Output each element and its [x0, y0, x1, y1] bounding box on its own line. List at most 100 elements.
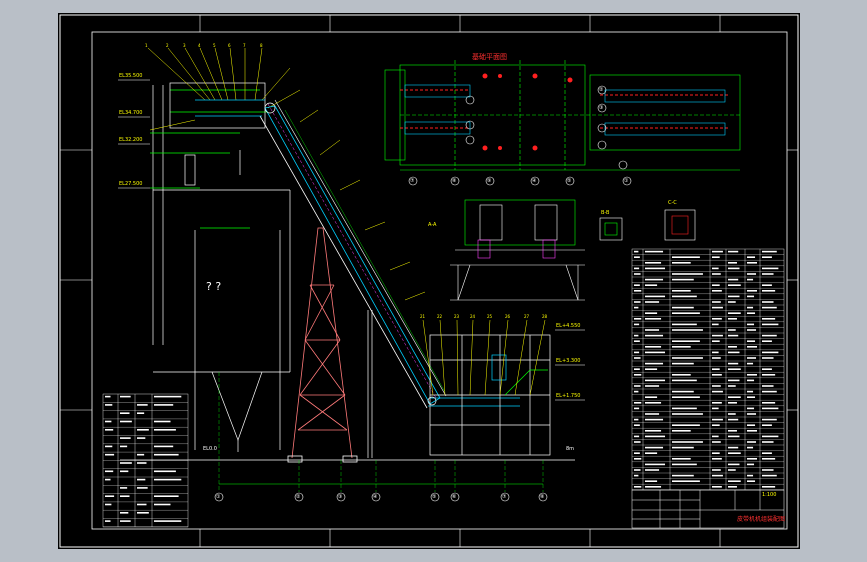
table-cell-mark	[154, 404, 174, 406]
table-cell-mark	[672, 458, 691, 460]
table-cell-mark	[672, 262, 691, 264]
table-cell-mark	[634, 273, 641, 275]
table-cell-mark	[728, 278, 739, 281]
table-cell-mark	[672, 306, 694, 309]
table-cell-mark	[120, 470, 129, 473]
table-cell-mark	[712, 368, 720, 370]
table-cell-mark	[728, 351, 740, 354]
table-cell-mark	[672, 256, 700, 258]
table-cell-mark	[762, 351, 779, 354]
plan-bubble-7: ②	[599, 87, 604, 93]
table-cell-mark	[762, 357, 774, 359]
table-cell-mark	[105, 453, 115, 456]
table-cell-mark	[762, 368, 772, 370]
table-cell-mark	[105, 429, 114, 431]
table-cell-mark	[634, 441, 641, 443]
table-cell-mark	[672, 362, 694, 365]
table-cell-mark	[762, 441, 774, 443]
axis-bubble-4: ④	[373, 494, 378, 500]
table-cell-mark	[645, 379, 666, 382]
svg-text:28: 28	[542, 314, 548, 319]
table-cell-mark	[672, 474, 694, 477]
table-cell-mark	[747, 362, 754, 365]
table-cell-mark	[645, 278, 664, 281]
table-cell-mark	[154, 495, 179, 497]
table-cell-mark	[712, 323, 719, 326]
table-cell-mark	[154, 478, 182, 481]
table-cell-mark	[712, 306, 723, 309]
table-cell-mark	[728, 318, 737, 320]
elevation-tag-1: EL35.500	[119, 73, 143, 79]
table-cell-mark	[645, 267, 666, 270]
table-cell-mark	[728, 480, 741, 482]
table-cell-mark	[712, 469, 721, 471]
table-cell-mark	[120, 437, 131, 439]
plan-bubble-6: ①	[624, 178, 629, 184]
table-cell-mark	[645, 351, 666, 354]
table-cell-mark	[137, 478, 146, 481]
table-cell-mark	[747, 306, 754, 309]
table-cell-mark	[712, 402, 722, 404]
table-cell-mark	[712, 290, 722, 292]
table-cell-mark	[712, 452, 720, 454]
table-cell-mark	[105, 404, 113, 406]
table-cell-mark	[762, 390, 777, 393]
table-cell-mark	[645, 301, 660, 303]
svg-text:21: 21	[420, 314, 426, 319]
table-cell-mark	[728, 301, 736, 303]
table-cell-mark	[712, 301, 721, 303]
table-cell-mark	[712, 474, 723, 477]
table-cell-mark	[105, 470, 114, 473]
table-cell-mark	[728, 463, 740, 466]
right-dim-label: 8m	[566, 446, 575, 452]
table-cell-mark	[747, 374, 758, 376]
table-cell-mark	[645, 435, 666, 438]
table-cell-mark	[634, 469, 641, 471]
table-cell-mark	[747, 441, 757, 443]
table-cell-mark	[634, 351, 640, 354]
table-cell-mark	[728, 402, 737, 404]
table-cell-mark	[634, 424, 640, 426]
table-cell-mark	[645, 463, 666, 466]
table-cell-mark	[645, 250, 664, 253]
scale-note: 1:100	[762, 492, 777, 498]
table-cell-mark	[762, 290, 776, 292]
table-cell-mark	[728, 262, 737, 264]
ground-level-label: EL0.0	[203, 446, 217, 452]
table-cell-mark	[712, 357, 721, 359]
table-cell-mark	[672, 441, 703, 443]
plan-title: 基础平面图	[472, 53, 507, 61]
table-cell-mark	[645, 385, 660, 387]
table-cell-mark	[645, 402, 662, 404]
table-cell-mark	[762, 469, 774, 471]
axis-bubble-6: ⑥	[452, 494, 457, 500]
table-cell-mark	[634, 306, 639, 309]
table-cell-mark	[712, 256, 720, 258]
cad-viewport[interactable]: 123 456 78 21 22 23 24 25 26 27 28 基础平面图…	[0, 0, 867, 562]
table-cell-mark	[762, 424, 772, 426]
table-cell-mark	[712, 441, 721, 443]
elevation-tag-7: EL+1.750	[556, 393, 581, 399]
table-cell-mark	[747, 357, 757, 359]
table-cell-mark	[154, 520, 182, 522]
table-cell-mark	[672, 346, 691, 348]
table-cell-mark	[712, 318, 722, 320]
table-cell-mark	[154, 395, 182, 398]
table-cell-mark	[747, 273, 757, 275]
table-cell-mark	[154, 503, 171, 506]
table-cell-mark	[747, 458, 758, 460]
table-cell-mark	[747, 312, 756, 314]
table-cell-mark	[154, 429, 176, 431]
table-cell-mark	[105, 495, 115, 497]
table-cell-mark	[137, 462, 147, 464]
table-cell-mark	[634, 390, 639, 393]
table-cell-mark	[728, 418, 739, 421]
table-cell-mark	[105, 478, 111, 481]
table-cell-mark	[728, 267, 740, 270]
table-cell-mark	[672, 390, 694, 393]
table-cell-mark	[672, 290, 691, 292]
table-cell-mark	[762, 273, 774, 275]
section-c-label: C-C	[668, 200, 677, 206]
table-cell-mark	[137, 487, 148, 489]
table-cell-mark	[728, 312, 741, 314]
